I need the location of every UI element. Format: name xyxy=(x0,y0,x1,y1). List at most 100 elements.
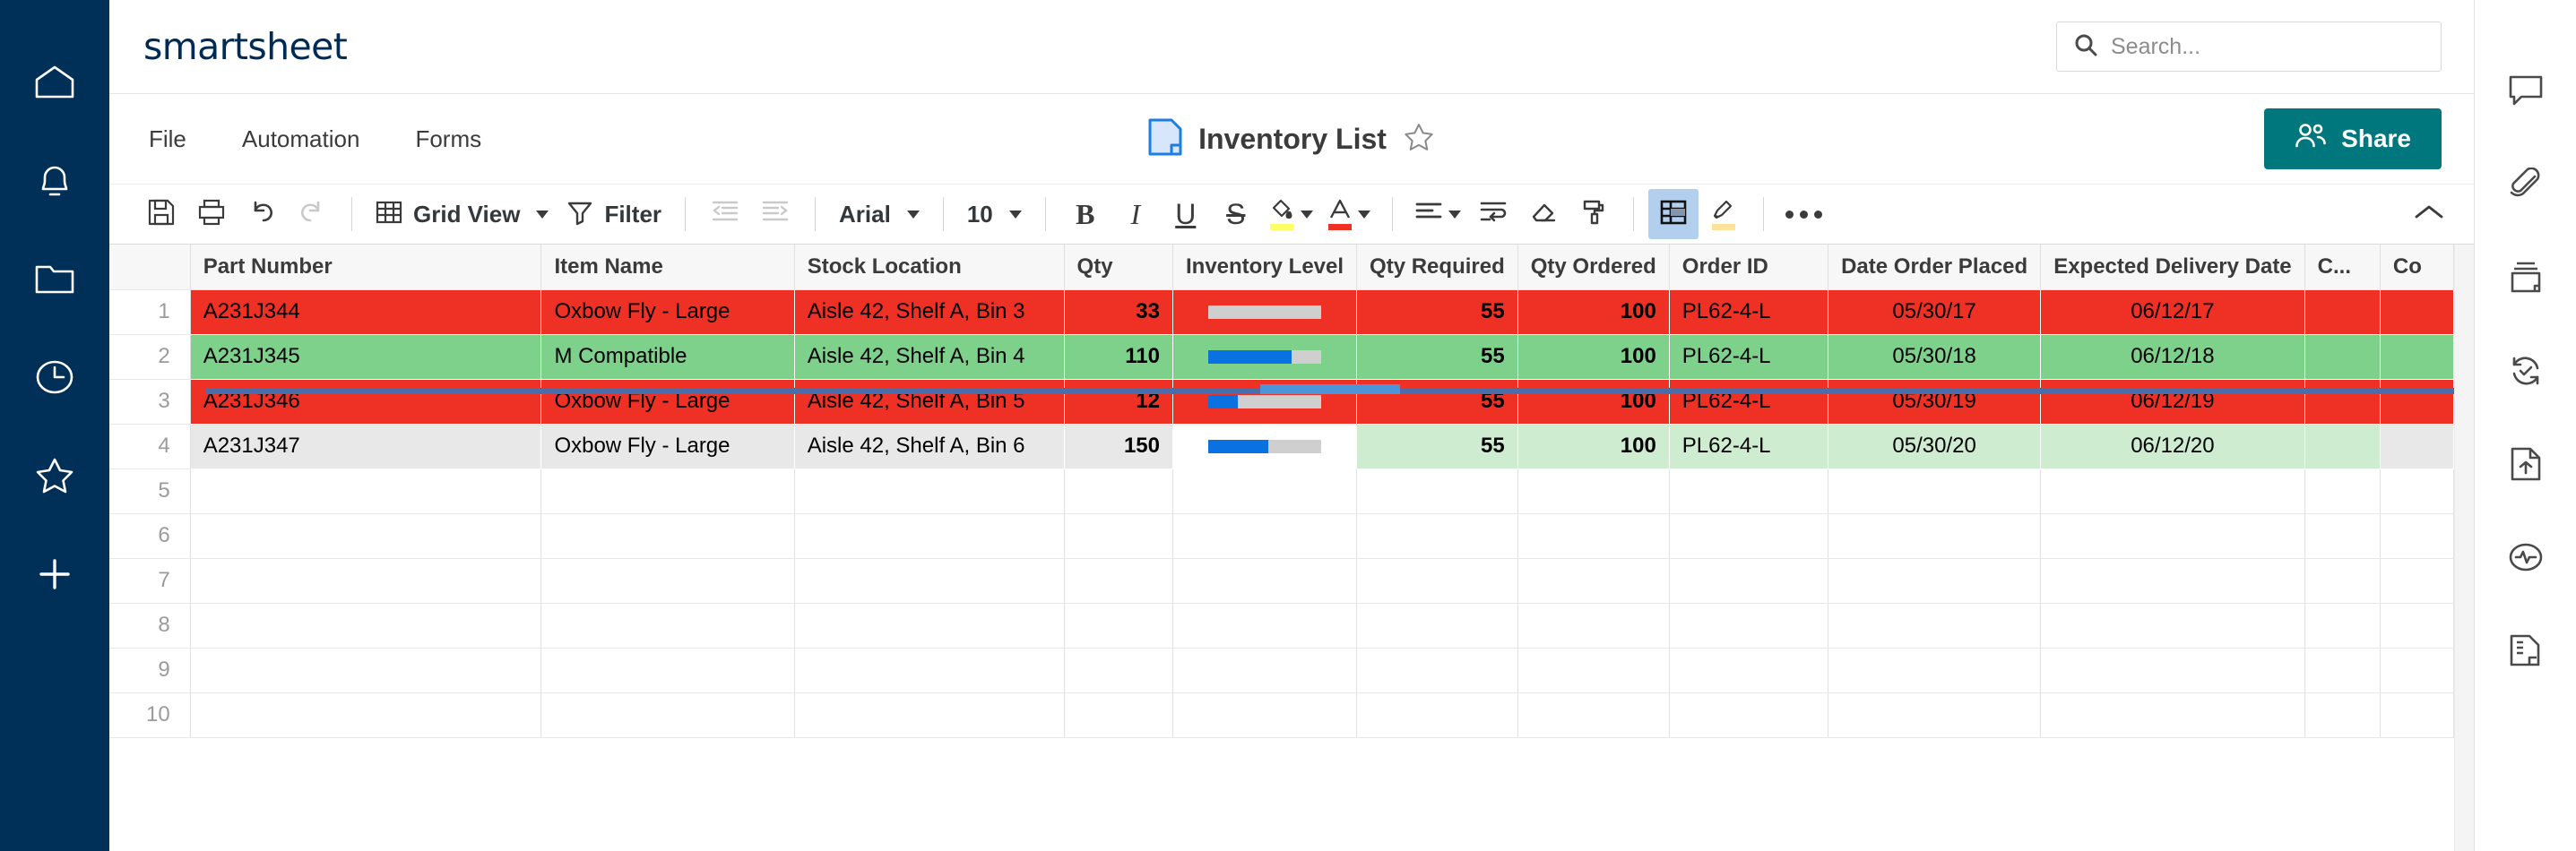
sidebar-item-create[interactable] xyxy=(0,525,109,623)
row-number-cell[interactable]: 7 xyxy=(109,558,190,603)
cell-item_name[interactable] xyxy=(541,558,794,603)
redo-button[interactable] xyxy=(287,189,337,239)
cell-qty[interactable] xyxy=(1064,603,1172,648)
cell-order_id[interactable]: PL62-4-L xyxy=(1669,334,1828,379)
row-number-cell[interactable]: 10 xyxy=(109,692,190,737)
cell-order_id[interactable] xyxy=(1669,468,1828,513)
wrap-text-button[interactable] xyxy=(1468,189,1518,239)
cell-qty_ordered[interactable]: 100 xyxy=(1517,289,1669,334)
cell-qty_required[interactable]: 55 xyxy=(1357,424,1518,468)
cell-date_order_placed[interactable] xyxy=(1828,513,2041,558)
cell-qty_ordered[interactable]: 100 xyxy=(1517,334,1669,379)
row-number-cell[interactable]: 4 xyxy=(109,424,190,468)
font-size-select[interactable]: 10 xyxy=(958,189,1031,239)
cell-date_order_placed[interactable] xyxy=(1828,692,2041,737)
cell-expected_delivery_date[interactable]: 06/12/17 xyxy=(2041,289,2304,334)
cell-inventory_level[interactable] xyxy=(1172,558,1356,603)
cell-qty_required[interactable] xyxy=(1357,648,1518,692)
cell-qty_ordered[interactable] xyxy=(1517,468,1669,513)
cell-qty_required[interactable]: 55 xyxy=(1357,379,1518,424)
cell-order_id[interactable] xyxy=(1669,558,1828,603)
cell-c_trunc[interactable] xyxy=(2304,289,2380,334)
cell-qty_ordered[interactable] xyxy=(1517,648,1669,692)
column-header-item_name[interactable]: Item Name xyxy=(541,245,794,289)
column-header-qty_required[interactable]: Qty Required xyxy=(1357,245,1518,289)
column-header-expected_delivery_date[interactable]: Expected Delivery Date xyxy=(2041,245,2304,289)
font-family-select[interactable]: Arial xyxy=(830,189,929,239)
row-number-cell[interactable]: 8 xyxy=(109,603,190,648)
print-button[interactable] xyxy=(186,189,237,239)
cell-inventory_level[interactable] xyxy=(1172,334,1356,379)
table-row[interactable]: 3A231J346Oxbow Fly - LargeAisle 42, Shel… xyxy=(109,379,2454,424)
menu-item-file[interactable]: File xyxy=(143,118,192,160)
cell-expected_delivery_date[interactable] xyxy=(2041,468,2304,513)
cell-date_order_placed[interactable]: 05/30/17 xyxy=(1828,289,2041,334)
cell-expected_delivery_date[interactable]: 06/12/18 xyxy=(2041,334,2304,379)
column-header-stock_location[interactable]: Stock Location xyxy=(794,245,1064,289)
summary-button[interactable] xyxy=(2475,606,2576,699)
cell-order_id[interactable] xyxy=(1669,603,1828,648)
sidebar-item-browse[interactable] xyxy=(0,229,109,328)
cell-stock_location[interactable] xyxy=(794,648,1064,692)
highlight-changes-button[interactable] xyxy=(1699,189,1749,239)
sidebar-item-home[interactable] xyxy=(0,32,109,131)
cell-qty_required[interactable]: 55 xyxy=(1357,289,1518,334)
cell-qty_ordered[interactable]: 100 xyxy=(1517,379,1669,424)
cell-c_trunc[interactable] xyxy=(2304,379,2380,424)
cell-expected_delivery_date[interactable]: 06/12/19 xyxy=(2041,379,2304,424)
global-search-box[interactable]: Search... xyxy=(2056,21,2442,72)
cell-inventory_level[interactable] xyxy=(1172,648,1356,692)
cell-order_id[interactable] xyxy=(1669,648,1828,692)
column-header-order_id[interactable]: Order ID xyxy=(1669,245,1828,289)
table-row[interactable]: 4A231J347Oxbow Fly - LargeAisle 42, Shel… xyxy=(109,424,2454,468)
cell-expected_delivery_date[interactable] xyxy=(2041,692,2304,737)
cell-order_id[interactable] xyxy=(1669,692,1828,737)
cell-item_name[interactable] xyxy=(541,603,794,648)
sidebar-item-favorites[interactable] xyxy=(0,426,109,525)
column-header-qty[interactable]: Qty xyxy=(1064,245,1172,289)
sidebar-item-recents[interactable] xyxy=(0,328,109,426)
cell-item_name[interactable] xyxy=(541,648,794,692)
cell-stock_location[interactable] xyxy=(794,692,1064,737)
cell-co_trunc[interactable] xyxy=(2380,692,2453,737)
collapse-toolbar-button[interactable] xyxy=(2404,189,2454,239)
table-row[interactable]: 9 xyxy=(109,648,2454,692)
cell-part_number[interactable] xyxy=(190,648,541,692)
cell-qty_ordered[interactable] xyxy=(1517,692,1669,737)
cell-c_trunc[interactable] xyxy=(2304,334,2380,379)
bold-button[interactable]: B xyxy=(1060,189,1111,239)
cell-co_trunc[interactable] xyxy=(2380,558,2453,603)
cell-qty[interactable]: 110 xyxy=(1064,334,1172,379)
smartsheet-logo[interactable]: smartsheet xyxy=(143,25,347,68)
cell-stock_location[interactable] xyxy=(794,513,1064,558)
cell-co_trunc[interactable] xyxy=(2380,648,2453,692)
update-requests-button[interactable] xyxy=(2475,326,2576,419)
cell-co_trunc[interactable] xyxy=(2380,513,2453,558)
cell-date_order_placed[interactable]: 05/30/20 xyxy=(1828,424,2041,468)
cell-co_trunc[interactable] xyxy=(2380,289,2453,334)
cell-qty_required[interactable] xyxy=(1357,558,1518,603)
table-row[interactable]: 2A231J345M CompatibleAisle 42, Shelf A, … xyxy=(109,334,2454,379)
cell-qty_ordered[interactable] xyxy=(1517,603,1669,648)
attachments-button[interactable] xyxy=(2475,140,2576,233)
column-header-co_trunc[interactable]: Co xyxy=(2380,245,2453,289)
cell-qty_required[interactable] xyxy=(1357,603,1518,648)
column-header-c_trunc[interactable]: C... xyxy=(2304,245,2380,289)
cell-order_id[interactable]: PL62-4-L xyxy=(1669,424,1828,468)
cell-c_trunc[interactable] xyxy=(2304,558,2380,603)
cell-item_name[interactable] xyxy=(541,513,794,558)
cell-expected_delivery_date[interactable] xyxy=(2041,648,2304,692)
italic-button[interactable]: I xyxy=(1111,189,1161,239)
cell-c_trunc[interactable] xyxy=(2304,648,2380,692)
cell-c_trunc[interactable] xyxy=(2304,424,2380,468)
cell-qty_ordered[interactable]: 100 xyxy=(1517,424,1669,468)
filter-button[interactable]: Filter xyxy=(558,189,670,239)
cell-order_id[interactable]: PL62-4-L xyxy=(1669,379,1828,424)
cell-stock_location[interactable]: Aisle 42, Shelf A, Bin 5 xyxy=(794,379,1064,424)
cell-item_name[interactable]: Oxbow Fly - Large xyxy=(541,289,794,334)
sidebar-item-notifications[interactable] xyxy=(0,131,109,229)
text-color-button[interactable] xyxy=(1320,189,1378,239)
cell-inventory_level[interactable] xyxy=(1172,289,1356,334)
format-painter-button[interactable] xyxy=(1569,189,1619,239)
strikethrough-button[interactable]: S xyxy=(1211,189,1261,239)
